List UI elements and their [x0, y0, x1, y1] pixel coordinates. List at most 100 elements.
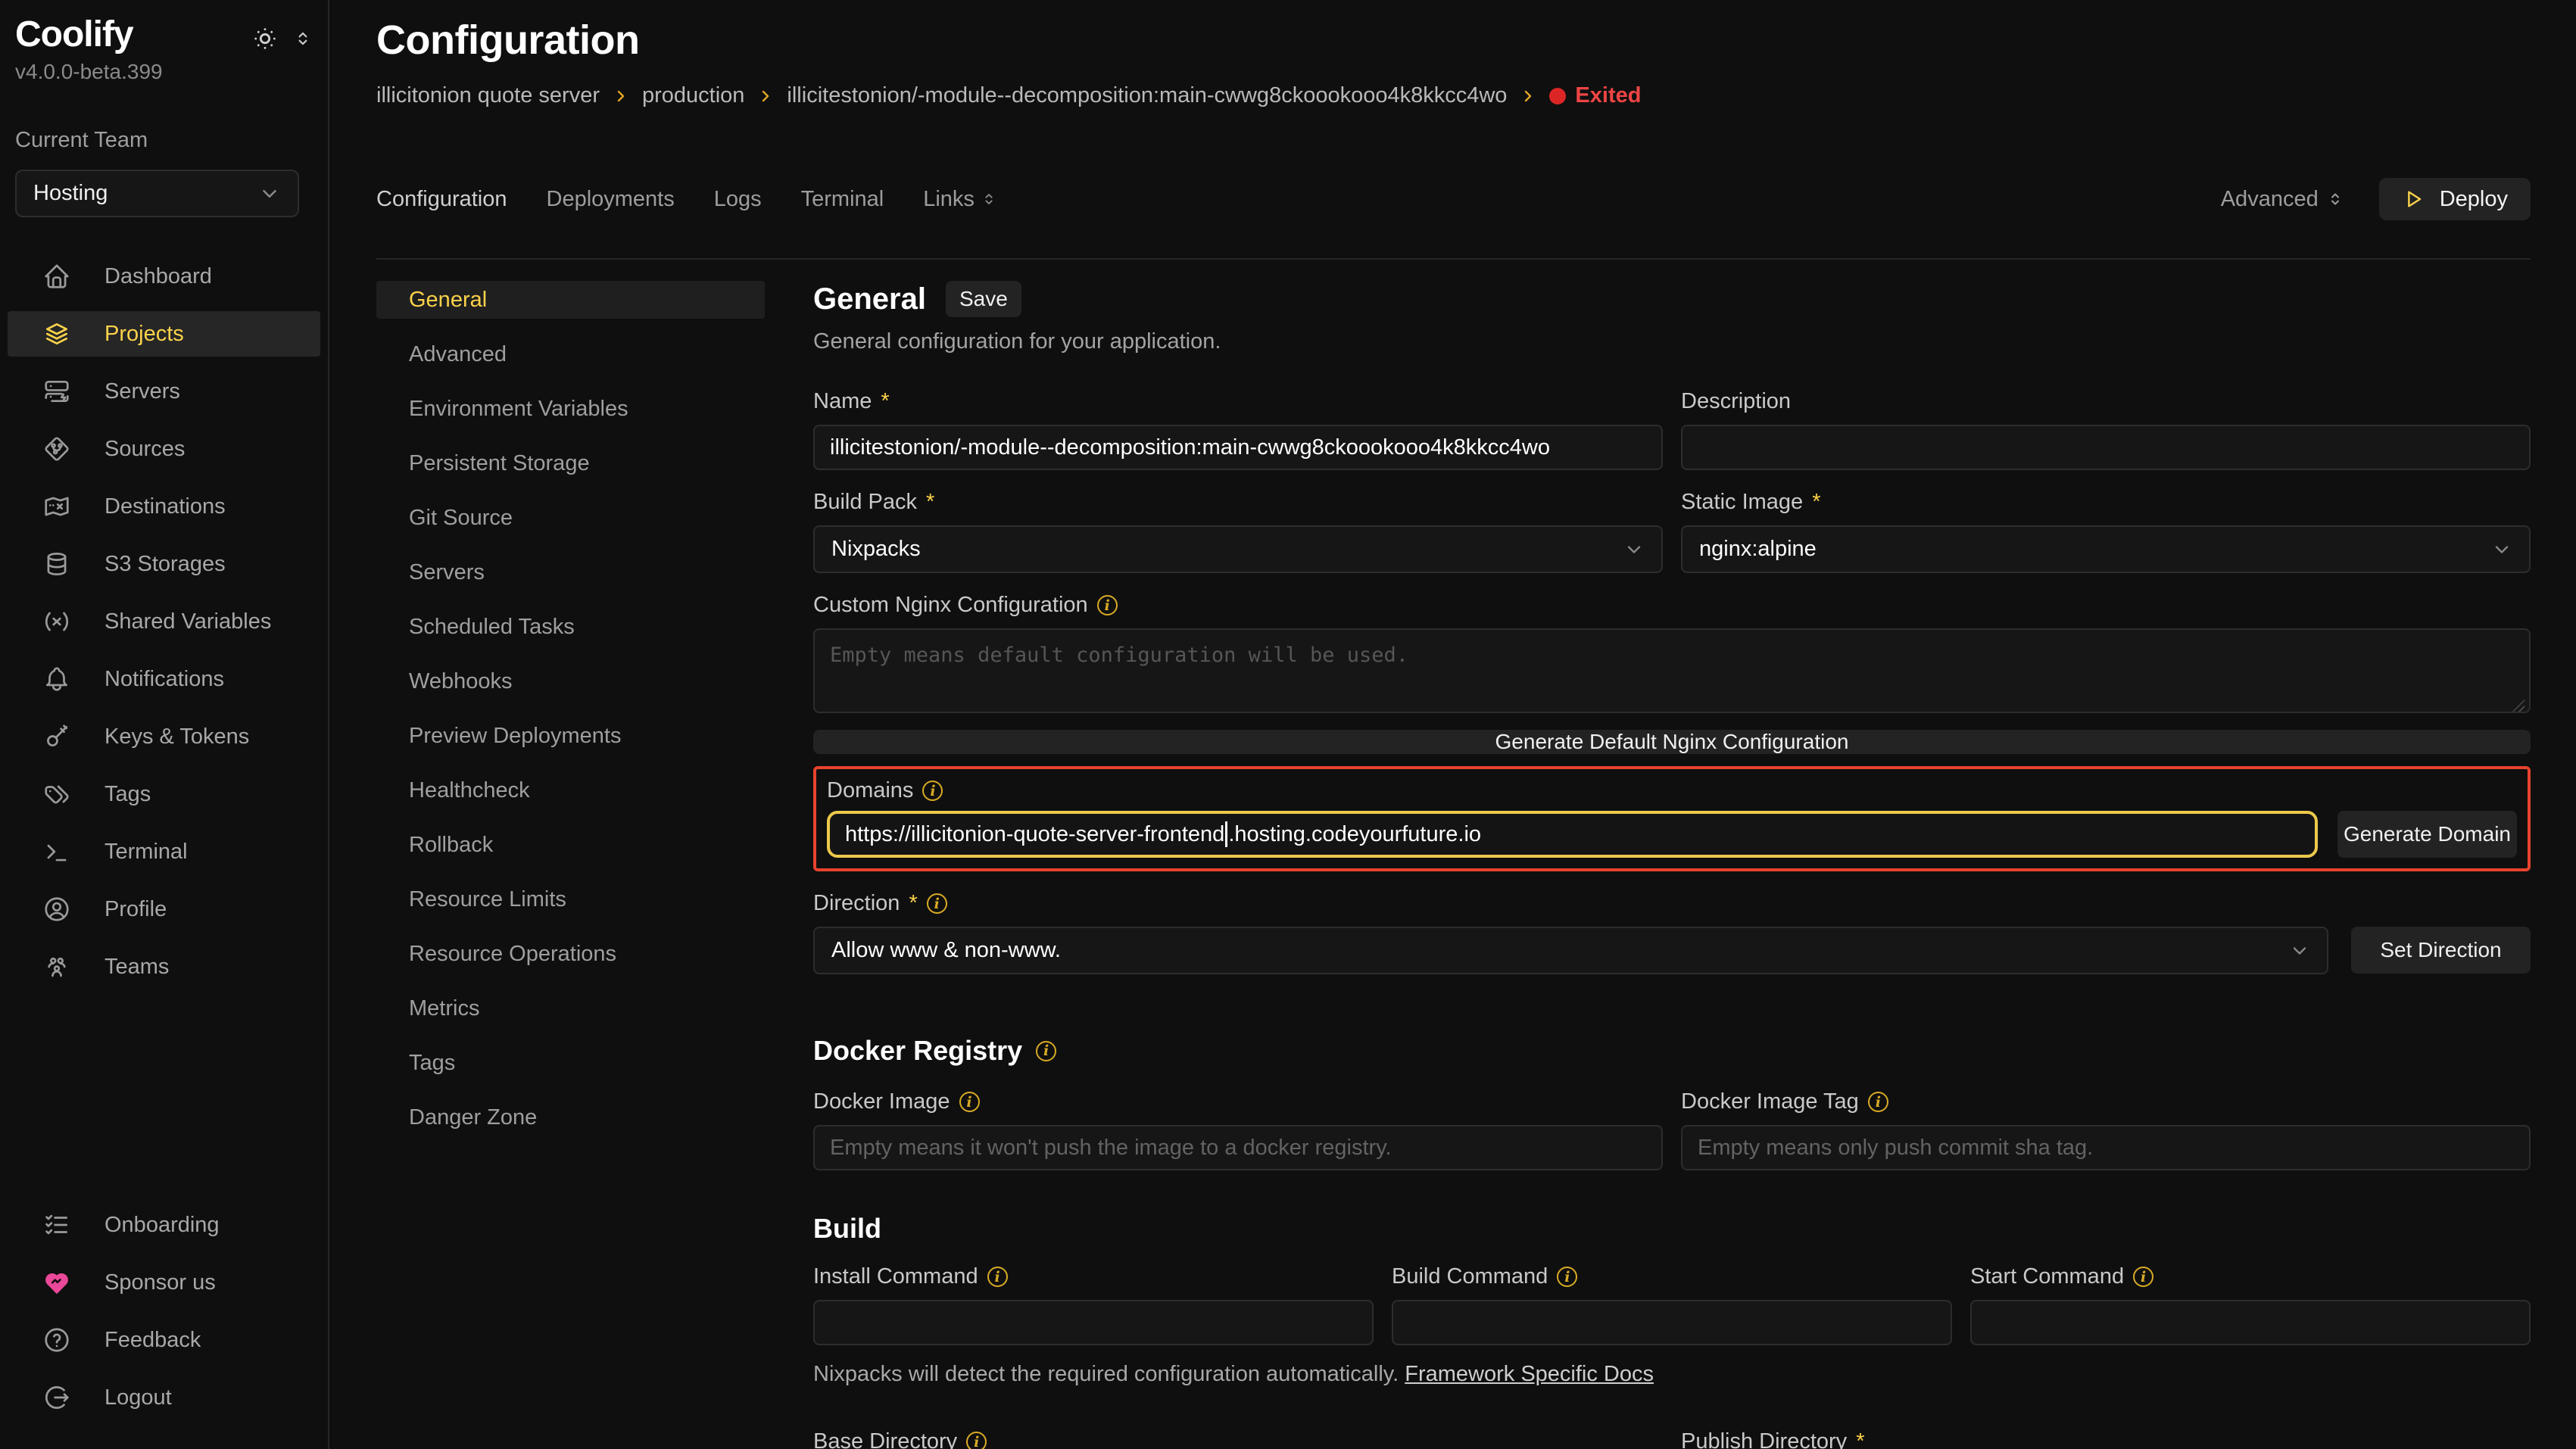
status-dot-icon	[1549, 88, 1566, 104]
generate-nginx-button[interactable]: Generate Default Nginx Configuration	[813, 730, 2531, 754]
info-icon[interactable]: i	[987, 1267, 1008, 1287]
generate-domain-button[interactable]: Generate Domain	[2337, 811, 2517, 858]
sidebar-item-label: Keys & Tokens	[104, 724, 249, 749]
nixpacks-note: Nixpacks will detect the required config…	[813, 1362, 2531, 1387]
config-nav-metrics[interactable]: Metrics	[376, 989, 765, 1027]
build-pack-select[interactable]: Nixpacks	[813, 525, 1663, 573]
selector-updown-icon	[2326, 190, 2344, 208]
tags-icon	[42, 780, 71, 809]
docker-image-input[interactable]	[813, 1125, 1663, 1170]
info-icon[interactable]: i	[2133, 1267, 2153, 1287]
sidebar-item-label: Onboarding	[104, 1213, 220, 1238]
app-version: v4.0.0-beta.399	[15, 60, 313, 84]
tab-deployments[interactable]: Deployments	[547, 187, 675, 212]
start-command-input[interactable]	[1970, 1300, 2531, 1345]
breadcrumb-project[interactable]: illicitonion quote server	[376, 83, 600, 108]
sidebar-item-label: Notifications	[104, 667, 224, 692]
key-icon	[42, 722, 71, 751]
config-nav-tags[interactable]: Tags	[376, 1044, 765, 1082]
sidebar-item-projects[interactable]: Projects	[8, 311, 320, 357]
direction-select[interactable]: Allow www & non-www.	[813, 927, 2328, 974]
team-select[interactable]: Hosting	[15, 170, 299, 217]
advanced-dropdown[interactable]: Advanced	[2221, 187, 2344, 212]
config-nav-scheduled-tasks[interactable]: Scheduled Tasks	[376, 608, 765, 646]
domains-group-highlight: Domainsi https://illicitonion-quote-serv…	[813, 766, 2531, 871]
config-nav-healthcheck[interactable]: Healthcheck	[376, 771, 765, 809]
sidebar-item-teams[interactable]: Teams	[8, 944, 320, 989]
config-nav-resource-operations[interactable]: Resource Operations	[376, 935, 765, 973]
theme-toggle-sun-icon[interactable]	[251, 24, 279, 53]
help-icon	[42, 1326, 71, 1354]
sidebar-item-logout[interactable]: Logout	[8, 1375, 320, 1420]
set-direction-button[interactable]: Set Direction	[2351, 927, 2531, 974]
selector-updown-icon	[981, 191, 997, 207]
config-nav-advanced[interactable]: Advanced	[376, 335, 765, 373]
sidebar-item-destinations[interactable]: Destinations	[8, 484, 320, 529]
chevron-down-icon	[258, 182, 281, 205]
sidebar-item-notifications[interactable]: Notifications	[8, 656, 320, 702]
sidebar-item-terminal[interactable]: Terminal	[8, 829, 320, 874]
config-nav-webhooks[interactable]: Webhooks	[376, 662, 765, 700]
sidebar-item-feedback[interactable]: Feedback	[8, 1317, 320, 1363]
breadcrumb-application[interactable]: illicitestonion/-module--decomposition:m…	[787, 83, 1507, 108]
config-nav-persistent-storage[interactable]: Persistent Storage	[376, 444, 765, 482]
home-icon	[42, 262, 71, 291]
build-command-input[interactable]	[1392, 1300, 1952, 1345]
config-nav-servers[interactable]: Servers	[376, 553, 765, 591]
theme-selector-icon[interactable]	[293, 29, 313, 48]
info-icon[interactable]: i	[1868, 1092, 1888, 1112]
info-icon[interactable]: i	[966, 1432, 987, 1449]
sidebar-item-profile[interactable]: Profile	[8, 887, 320, 932]
general-form: General Save General configuration for y…	[813, 281, 2531, 1449]
info-icon[interactable]: i	[927, 893, 947, 914]
sidebar-item-s3-storages[interactable]: S3 Storages	[8, 541, 320, 587]
config-nav-resource-limits[interactable]: Resource Limits	[376, 880, 765, 918]
sidebar-item-sponsor-us[interactable]: Sponsor us	[8, 1260, 320, 1305]
sidebar-item-label: Sources	[104, 437, 185, 462]
install-command-input[interactable]	[813, 1300, 1374, 1345]
breadcrumb-environment[interactable]: production	[642, 83, 744, 108]
sidebar-item-shared-variables[interactable]: Shared Variables	[8, 599, 320, 644]
build-command-label: Build Command	[1392, 1264, 1548, 1289]
config-nav-rollback[interactable]: Rollback	[376, 826, 765, 864]
deploy-button[interactable]: Deploy	[2379, 178, 2531, 220]
description-input[interactable]	[1681, 425, 2531, 470]
save-button[interactable]: Save	[946, 281, 1021, 317]
heart-icon	[42, 1268, 71, 1297]
config-nav-environment-variables[interactable]: Environment Variables	[376, 390, 765, 428]
info-icon[interactable]: i	[959, 1092, 980, 1112]
sidebar-item-keys-tokens[interactable]: Keys & Tokens	[8, 714, 320, 759]
sidebar-item-sources[interactable]: Sources	[8, 426, 320, 472]
framework-docs-link[interactable]: Framework Specific Docs	[1405, 1362, 1654, 1386]
info-icon[interactable]: i	[1557, 1267, 1577, 1287]
name-input[interactable]	[813, 425, 1663, 470]
git-source-icon	[42, 435, 71, 463]
config-nav-general[interactable]: General	[376, 281, 765, 319]
tab-logs[interactable]: Logs	[714, 187, 762, 212]
custom-nginx-textarea[interactable]	[813, 628, 2531, 713]
sidebar-item-tags[interactable]: Tags	[8, 771, 320, 817]
checklist-icon	[42, 1211, 71, 1239]
text-caret	[1225, 821, 1227, 847]
play-icon	[2402, 187, 2426, 211]
info-icon[interactable]: i	[922, 781, 943, 801]
team-select-value: Hosting	[33, 181, 108, 206]
page-title: Configuration	[376, 17, 2531, 64]
config-nav-danger-zone[interactable]: Danger Zone	[376, 1098, 765, 1136]
static-image-select[interactable]: nginx:alpine	[1681, 525, 2531, 573]
sidebar-item-onboarding[interactable]: Onboarding	[8, 1202, 320, 1248]
tab-terminal[interactable]: Terminal	[801, 187, 884, 212]
domains-input[interactable]: https://illicitonion-quote-server-fronte…	[827, 811, 2318, 858]
sidebar-item-servers[interactable]: Servers	[8, 369, 320, 414]
general-section-subtitle: General configuration for your applicati…	[813, 329, 2531, 354]
tab-configuration[interactable]: Configuration	[376, 187, 507, 212]
chevron-down-icon	[2491, 539, 2512, 560]
config-nav-preview-deployments[interactable]: Preview Deployments	[376, 717, 765, 755]
tab-links[interactable]: Links	[923, 187, 997, 212]
info-icon[interactable]: i	[1097, 595, 1118, 615]
config-nav-git-source[interactable]: Git Source	[376, 499, 765, 537]
docker-image-tag-input[interactable]	[1681, 1125, 2531, 1170]
info-icon[interactable]: i	[1036, 1041, 1056, 1061]
logout-icon	[42, 1383, 71, 1412]
sidebar-item-dashboard[interactable]: Dashboard	[8, 254, 320, 299]
